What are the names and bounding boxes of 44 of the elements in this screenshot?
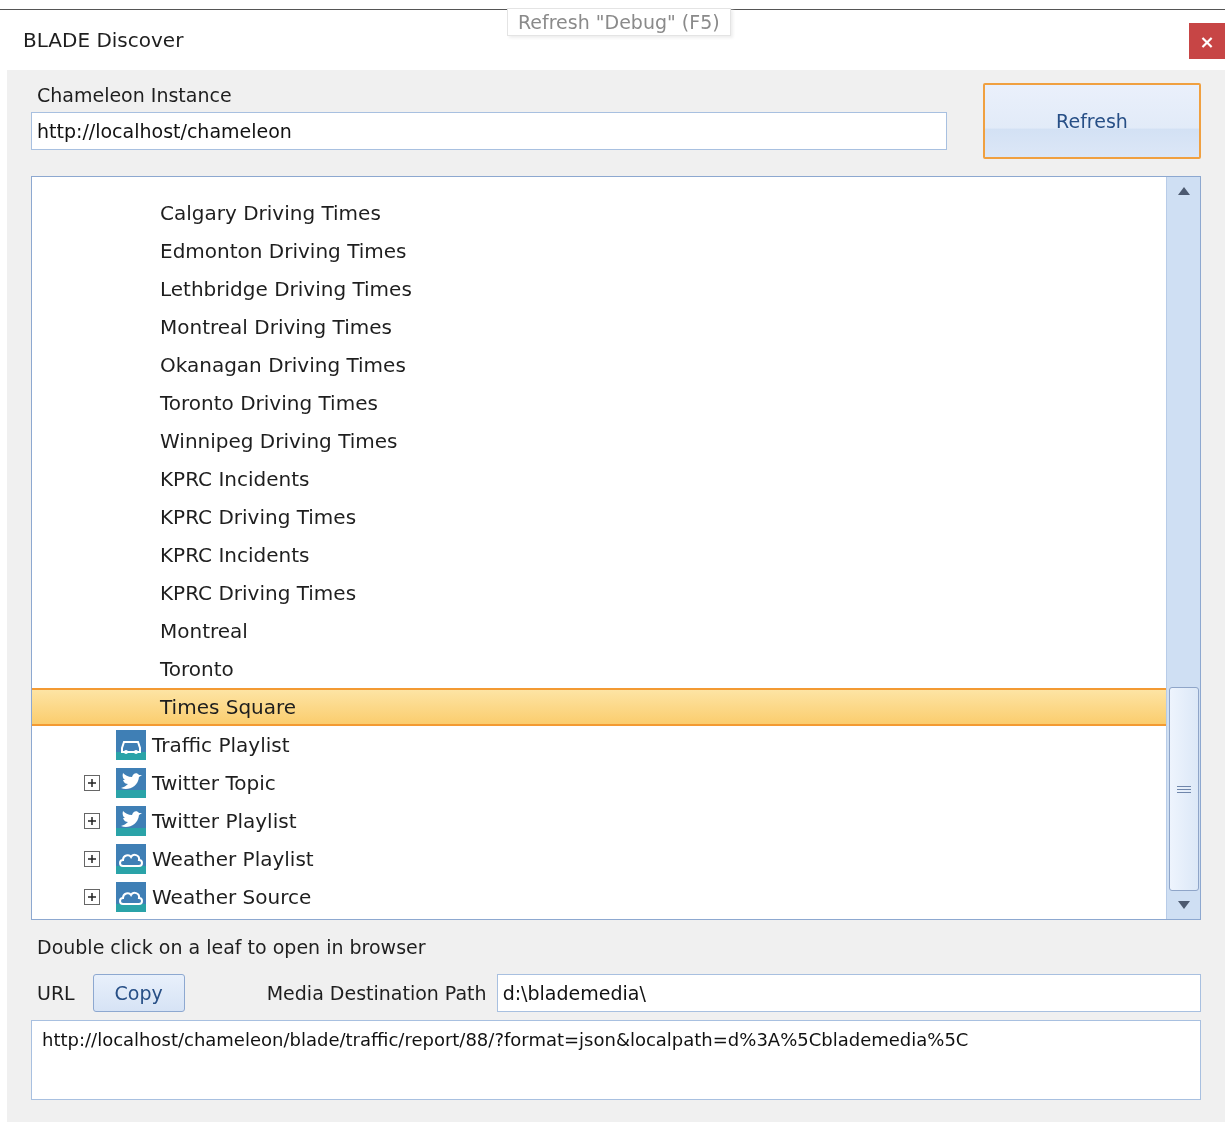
- hint-text: Double click on a leaf to open in browser: [36, 936, 427, 958]
- tree-item[interactable]: Montreal Driving Times: [32, 308, 1166, 346]
- tree-item[interactable]: Montreal: [32, 612, 1166, 650]
- url-field[interactable]: http://localhost/chameleon/blade/traffic/report/88/?format=json&localpath=d%3A%5Cblademedia%5C: [31, 1020, 1201, 1100]
- scroll-down-icon[interactable]: [1177, 901, 1190, 909]
- expand-icon[interactable]: [84, 775, 100, 791]
- tree-item[interactable]: Twitter Topic: [152, 771, 276, 795]
- tree-item[interactable]: Winnipeg Driving Times: [32, 422, 1166, 460]
- tree-item[interactable]: Toronto: [32, 650, 1166, 688]
- copy-button[interactable]: Copy: [92, 974, 185, 1012]
- tree-item[interactable]: Times Square: [32, 688, 1166, 726]
- car-icon: [116, 730, 146, 760]
- instance-label: Chameleon Instance: [36, 84, 233, 106]
- cloud-icon: [116, 844, 146, 874]
- instance-field[interactable]: http://localhost/chameleon: [31, 112, 947, 150]
- tree-item[interactable]: KPRC Driving Times: [32, 498, 1166, 536]
- expand-icon[interactable]: [84, 889, 100, 905]
- tree-item[interactable]: Twitter Playlist: [152, 809, 297, 833]
- scrollbar-thumb[interactable]: [1168, 687, 1199, 891]
- tree-item[interactable]: Weather Source: [152, 885, 312, 909]
- tooltip: Refresh "Debug" (F5): [507, 8, 731, 36]
- tree-item[interactable]: Okanagan Driving Times: [32, 346, 1166, 384]
- bird-icon: [116, 806, 146, 836]
- tree-item[interactable]: Weather Playlist: [152, 847, 314, 871]
- tree-item[interactable]: KPRC Driving Times: [32, 574, 1166, 612]
- window-title: BLADE Discover: [23, 28, 184, 52]
- media-path-field[interactable]: d:\blademedia\: [496, 974, 1201, 1012]
- media-path-label: Media Destination Path: [265, 982, 487, 1004]
- scroll-up-icon[interactable]: [1177, 187, 1190, 195]
- cloud-icon: [116, 882, 146, 912]
- tree-item[interactable]: Lethbridge Driving Times: [32, 270, 1166, 308]
- tree-item[interactable]: Calgary Driving Times: [32, 194, 1166, 232]
- tree-item[interactable]: Toronto Driving Times: [32, 384, 1166, 422]
- tree-item[interactable]: Edmonton Driving Times: [32, 232, 1166, 270]
- scrollbar[interactable]: [1166, 177, 1200, 919]
- url-label: URL: [36, 982, 75, 1004]
- tree-item[interactable]: KPRC Incidents: [32, 536, 1166, 574]
- refresh-button[interactable]: Refresh: [983, 83, 1201, 159]
- expand-icon[interactable]: [84, 813, 100, 829]
- close-button[interactable]: ×: [1189, 23, 1225, 59]
- tree-item[interactable]: Traffic Playlist: [152, 733, 290, 757]
- bird-icon: [116, 768, 146, 798]
- tree-item[interactable]: KPRC Incidents: [32, 460, 1166, 498]
- expand-icon[interactable]: [84, 851, 100, 867]
